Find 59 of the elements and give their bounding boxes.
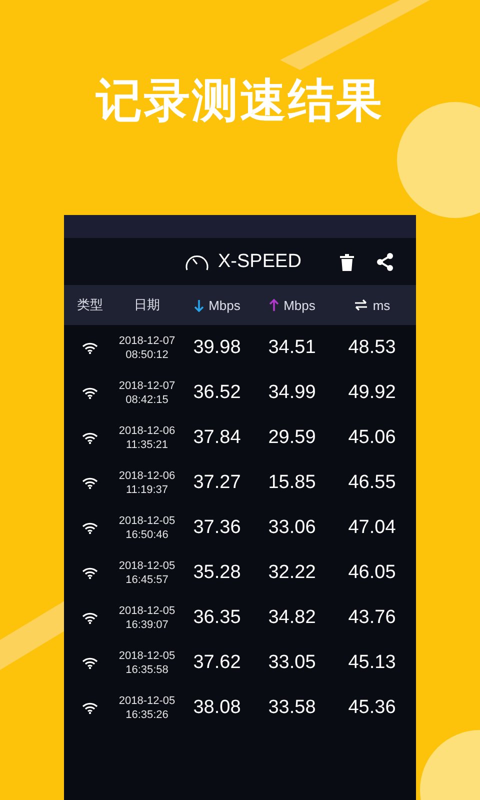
date-time-cell-text: 2018-12-07 08:50:12 <box>118 334 176 362</box>
date-time-cell-text: 2018-12-07 08:42:15 <box>118 378 176 406</box>
column-header: 日期 <box>134 296 160 314</box>
swap-arrows-icon <box>354 299 368 311</box>
upload-cell-text: 33.05 <box>267 652 317 674</box>
wifi-icon <box>82 386 98 398</box>
download-cell-text: 36.35 <box>192 606 242 628</box>
download-cell-text: 37.62 <box>192 652 242 674</box>
download-cell-text: 38.08 <box>192 696 242 718</box>
date-time-cell-text: 2018-12-06 11:35:21 <box>118 424 176 452</box>
date-time-cell-text: 2018-12-05 16:39:07 <box>118 604 176 632</box>
ping-cell-text: 45.36 <box>347 696 397 718</box>
headline: 记录测速结果 <box>96 72 384 128</box>
column-header: 类型 <box>77 296 103 314</box>
date-time-cell-text: 2018-12-05 16:50:46 <box>118 514 176 542</box>
upload-cell-text: 34.82 <box>267 606 317 628</box>
speedometer-icon <box>184 252 210 270</box>
date-time-cell-text: 2018-12-05 16:35:26 <box>118 694 176 722</box>
up-arrow-icon <box>268 298 279 312</box>
wifi-icon <box>82 612 98 624</box>
upload-cell-text: 34.99 <box>267 382 317 404</box>
ping-cell-text: 45.06 <box>347 426 397 448</box>
upload-cell-text: 33.58 <box>267 696 317 718</box>
upload-cell-text: 29.59 <box>267 426 317 448</box>
delete-icon[interactable] <box>340 252 354 270</box>
download-cell-text: 37.27 <box>192 472 242 494</box>
wifi-icon <box>82 432 98 444</box>
ping-cell-text: 48.53 <box>347 336 397 358</box>
date-time-cell-text: 2018-12-06 11:19:37 <box>118 468 176 496</box>
download-cell-text: 35.28 <box>192 562 242 584</box>
wifi-icon <box>82 566 98 578</box>
download-cell-text: 36.52 <box>192 382 242 404</box>
wifi-icon <box>82 342 98 354</box>
upload-cell-text: 32.22 <box>267 562 317 584</box>
ping-cell-text: 45.13 <box>347 652 397 674</box>
download-cell-text: 37.84 <box>192 426 242 448</box>
wifi-icon <box>82 522 98 534</box>
download-cell-text: 39.98 <box>192 336 242 358</box>
ping-cell-text: 47.04 <box>347 516 397 538</box>
upload-cell-text: 15.85 <box>267 472 317 494</box>
download-cell-text: 37.36 <box>192 516 242 538</box>
wifi-icon <box>82 656 98 668</box>
ping-cell-text: 46.05 <box>347 562 397 584</box>
decorative-stripe <box>0 600 66 670</box>
date-time-cell-text: 2018-12-05 16:35:58 <box>118 648 176 676</box>
column-header: Mbps <box>208 298 240 312</box>
app-title: X-SPEED <box>218 250 302 272</box>
column-header: Mbps <box>284 298 316 312</box>
upload-cell-text: 33.06 <box>267 516 317 538</box>
wifi-icon <box>82 476 98 488</box>
ping-cell-text: 46.55 <box>347 472 397 494</box>
column-header: ms <box>372 298 390 312</box>
upload-cell-text: 34.51 <box>267 336 317 358</box>
down-arrow-icon <box>194 298 204 312</box>
wifi-icon <box>82 702 98 714</box>
ping-cell-text: 49.92 <box>347 382 397 404</box>
date-time-cell-text: 2018-12-05 16:45:57 <box>118 558 176 586</box>
ping-cell-text: 43.76 <box>347 606 397 628</box>
share-icon[interactable] <box>376 252 394 270</box>
